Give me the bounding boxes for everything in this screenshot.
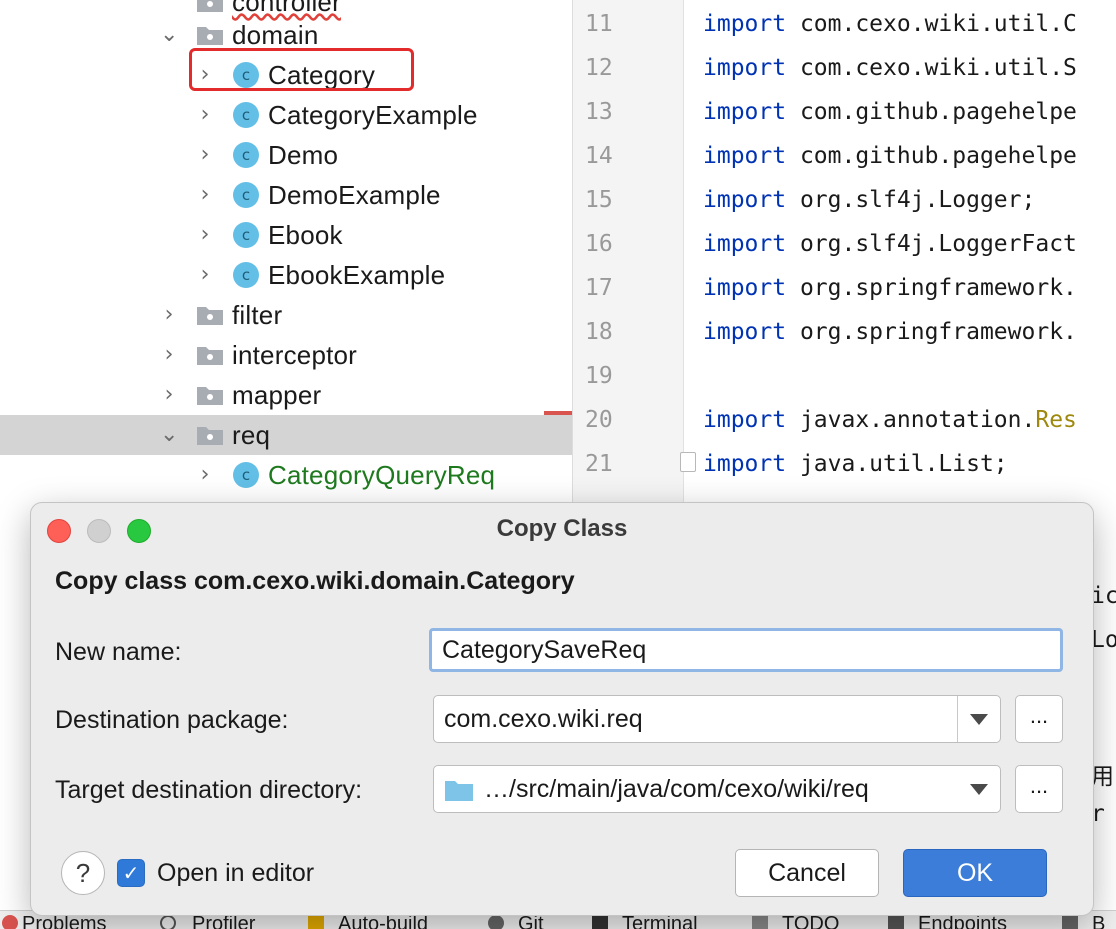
- ok-button[interactable]: OK: [903, 849, 1047, 897]
- new-name-input[interactable]: [429, 628, 1063, 672]
- tree-item-demo-example[interactable]: › c DemoExample: [0, 175, 572, 215]
- code-line: import com.github.pagehelpe: [703, 143, 1077, 169]
- browse-package-button[interactable]: ...: [1015, 695, 1063, 743]
- line-number: 20: [585, 407, 613, 433]
- profiler-icon: [160, 915, 176, 929]
- chevron-right-icon[interactable]: ›: [196, 184, 214, 206]
- tree-item-mapper[interactable]: › mapper: [0, 375, 572, 415]
- dropdown-arrow-icon[interactable]: [970, 714, 988, 725]
- line-number: 19: [585, 363, 613, 389]
- class-icon: c: [233, 262, 259, 288]
- copy-class-dialog: Copy Class Copy class com.cexo.wiki.doma…: [30, 502, 1094, 916]
- target-directory-label: Target destination directory:: [55, 776, 363, 804]
- class-icon: c: [233, 222, 259, 248]
- code-line: import javax.annotation.Res: [703, 407, 1077, 433]
- error-stripe-marker: [544, 411, 572, 415]
- dialog-heading: Copy class com.cexo.wiki.domain.Category: [55, 567, 575, 595]
- tree-item-ebook-example[interactable]: › c EbookExample: [0, 255, 572, 295]
- chevron-down-icon[interactable]: ⌄: [160, 24, 178, 46]
- help-button[interactable]: ?: [61, 851, 105, 895]
- chevron-right-icon[interactable]: ›: [196, 464, 214, 486]
- line-number: 18: [585, 319, 613, 345]
- class-icon: c: [233, 142, 259, 168]
- chevron-right-icon[interactable]: ›: [196, 104, 214, 126]
- chevron-right-icon[interactable]: ›: [160, 344, 178, 366]
- highlight-box: [189, 48, 414, 91]
- chevron-right-icon[interactable]: ›: [196, 224, 214, 246]
- terminal-icon: [592, 915, 608, 929]
- tree-item-category-example[interactable]: › c CategoryExample: [0, 95, 572, 135]
- line-number: 15: [585, 187, 613, 213]
- code-fragment: 用: [1091, 764, 1114, 790]
- git-icon: [488, 915, 504, 929]
- code-fragment: Lo: [1091, 627, 1116, 653]
- folder-icon: [197, 27, 223, 45]
- tree-item-interceptor[interactable]: › interceptor: [0, 335, 572, 375]
- chevron-right-icon[interactable]: ›: [196, 144, 214, 166]
- browse-directory-button[interactable]: ...: [1015, 765, 1063, 813]
- line-number: 13: [585, 99, 613, 125]
- code-line: import com.cexo.wiki.util.S: [703, 55, 1077, 81]
- tool-tab-build[interactable]: B: [1092, 913, 1105, 929]
- tree-item-req[interactable]: ⌄ req: [0, 415, 572, 455]
- destination-package-label: Destination package:: [55, 706, 289, 734]
- code-line: import org.springframework.: [703, 319, 1077, 345]
- folder-icon: [197, 307, 223, 325]
- problems-icon: [2, 915, 18, 929]
- folder-icon: [197, 387, 223, 405]
- dropdown-arrow-icon[interactable]: [970, 784, 988, 795]
- cancel-button[interactable]: Cancel: [735, 849, 879, 897]
- chevron-down-icon[interactable]: ⌄: [160, 424, 178, 446]
- chevron-right-icon[interactable]: ›: [160, 304, 178, 326]
- class-icon: c: [233, 182, 259, 208]
- tree-item-demo[interactable]: › c Demo: [0, 135, 572, 175]
- fold-marker-icon[interactable]: [680, 452, 696, 472]
- class-icon: c: [233, 462, 259, 488]
- target-directory-combo[interactable]: …/src/main/java/com/cexo/wiki/req: [433, 765, 1001, 813]
- folder-icon: [445, 781, 473, 801]
- line-number: 14: [585, 143, 613, 169]
- folder-icon: [197, 0, 223, 12]
- warning-icon: [308, 915, 324, 929]
- chevron-right-icon[interactable]: ›: [160, 384, 178, 406]
- destination-package-combo[interactable]: com.cexo.wiki.req: [433, 695, 1001, 743]
- open-in-editor-checkbox[interactable]: ✓: [117, 859, 145, 887]
- todo-icon: [752, 915, 768, 929]
- open-in-editor-label[interactable]: Open in editor: [157, 859, 314, 888]
- chevron-right-icon[interactable]: ›: [196, 264, 214, 286]
- new-name-label: New name:: [55, 638, 182, 666]
- line-number: 17: [585, 275, 613, 301]
- code-line: import org.springframework.: [703, 275, 1077, 301]
- code-line: import java.util.List;: [703, 451, 1008, 477]
- code-line: import com.cexo.wiki.util.C: [703, 11, 1077, 37]
- code-line: import com.github.pagehelpe: [703, 99, 1077, 125]
- tree-item-filter[interactable]: › filter: [0, 295, 572, 335]
- folder-icon: [197, 347, 223, 365]
- line-number: 11: [585, 11, 613, 37]
- destination-package-value: com.cexo.wiki.req: [444, 705, 643, 733]
- line-number: 21: [585, 451, 613, 477]
- folder-icon: [197, 427, 223, 445]
- line-number: 12: [585, 55, 613, 81]
- code-line: import org.slf4j.LoggerFact: [703, 231, 1077, 257]
- class-icon: c: [233, 102, 259, 128]
- tree-item-category-query-req[interactable]: › c CategoryQueryReq: [0, 455, 572, 495]
- endpoints-icon: [888, 915, 904, 929]
- line-number: 16: [585, 231, 613, 257]
- code-fragment: ic: [1091, 583, 1116, 609]
- code-line: import org.slf4j.Logger;: [703, 187, 1036, 213]
- build-icon: [1062, 915, 1078, 929]
- target-directory-value: …/src/main/java/com/cexo/wiki/req: [484, 775, 869, 803]
- dialog-title: Copy Class: [496, 515, 628, 542]
- combo-separator: [957, 696, 958, 742]
- tree-item-ebook[interactable]: › c Ebook: [0, 215, 572, 255]
